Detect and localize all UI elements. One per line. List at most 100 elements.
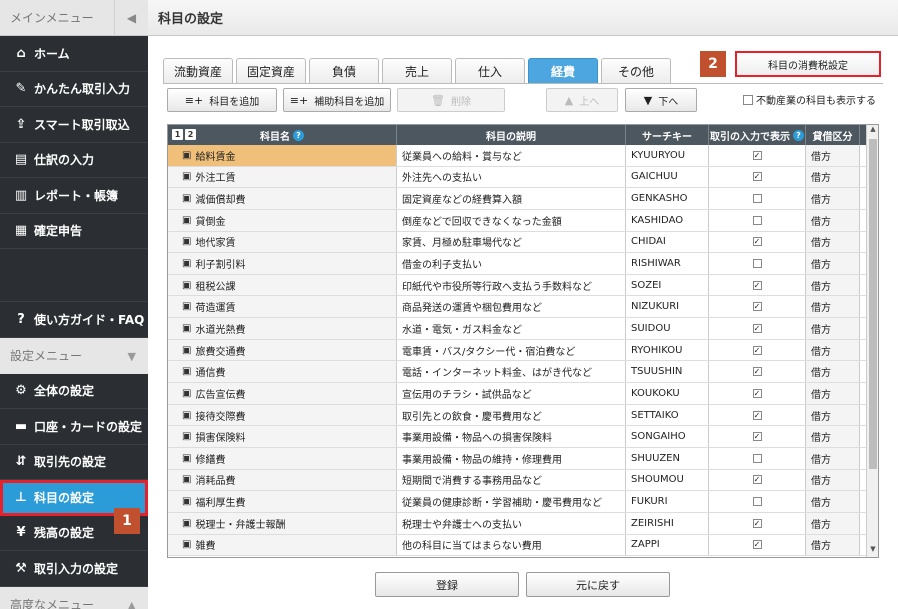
show-checkbox[interactable]: ✓: [752, 367, 762, 377]
table-row[interactable]: ▣ 貸倒金 倒産などで回収できなくなった金額 KASHIDAO 借方: [168, 209, 878, 232]
cell-key[interactable]: SHOUMOU: [626, 469, 709, 491]
show-checkbox[interactable]: [752, 259, 762, 269]
settings-item-1[interactable]: ▬ 口座・カードの設定: [0, 409, 148, 445]
show-checkbox[interactable]: [752, 215, 762, 225]
tab-1[interactable]: 固定資産: [236, 58, 306, 84]
cell-name[interactable]: ▣ 租税公課: [168, 274, 397, 296]
sidebar-item-4[interactable]: ▥ レポート・帳簿: [0, 178, 148, 214]
cell-desc[interactable]: 税理士や弁護士への支払い: [397, 512, 626, 534]
cell-desc[interactable]: 外注先への支払い: [397, 166, 626, 188]
show-checkbox[interactable]: ✓: [752, 345, 762, 355]
table-row[interactable]: ▣ 修繕費 事業用設備・物品の維持・修理費用 SHUUZEN 借方: [168, 447, 878, 470]
save-button[interactable]: 登録: [375, 572, 519, 597]
cell-name[interactable]: ▣ 減価償却費: [168, 188, 397, 209]
cell-name[interactable]: ▣ 損害保険料: [168, 426, 397, 447]
cell-key[interactable]: FUKURI: [626, 491, 709, 512]
tab-6[interactable]: その他: [601, 58, 671, 84]
table-row[interactable]: ▣ 外注工賃 外注先への支払い GAICHUU ✓ 借方: [168, 166, 878, 189]
show-checkbox[interactable]: ✓: [752, 388, 762, 398]
cell-desc[interactable]: 借金の利子支払い: [397, 253, 626, 274]
table-row[interactable]: ▣ 旅費交通費 電車賃・バス/タクシー代・宿泊費など RYOHIKOU ✓ 借方: [168, 339, 878, 362]
cell-desc[interactable]: 取引先との飲食・慶弔費用など: [397, 404, 626, 426]
cell-desc[interactable]: 従業員の健康診断・学習補助・慶弔費用など: [397, 491, 626, 512]
show-checkbox[interactable]: ✓: [752, 410, 762, 420]
table-row[interactable]: ▣ 接待交際費 取引先との飲食・慶弔費用など SETTAIKO ✓ 借方: [168, 404, 878, 427]
cell-name[interactable]: ▣ 消耗品費: [168, 469, 397, 491]
tab-3[interactable]: 売上: [382, 58, 452, 84]
cell-desc[interactable]: 倒産などで回収できなくなった金額: [397, 209, 626, 231]
cell-key[interactable]: TSUUSHIN: [626, 361, 709, 383]
show-checkbox[interactable]: ✓: [752, 302, 762, 312]
table-row[interactable]: ▣ 消耗品費 短期間で消費する事務用品など SHOUMOU ✓ 借方: [168, 469, 878, 492]
collapse-arrow-icon[interactable]: ◀: [114, 0, 148, 36]
cell-desc[interactable]: 固定資産などの経費算入額: [397, 188, 626, 209]
cell-key[interactable]: RISHIWAR: [626, 253, 709, 274]
cell-desc[interactable]: 電車賃・バス/タクシー代・宿泊費など: [397, 339, 626, 361]
help-icon[interactable]: ?: [793, 129, 804, 141]
settings-item-5[interactable]: ⚒ 取引入力の設定: [0, 551, 148, 587]
tab-2[interactable]: 負債: [309, 58, 379, 84]
cell-key[interactable]: KYUURYOU: [626, 145, 709, 166]
scroll-up-icon[interactable]: ▲: [867, 125, 878, 137]
cell-key[interactable]: SOZEI: [626, 274, 709, 296]
move-up-button[interactable]: ▲ 上へ: [546, 88, 618, 112]
cell-desc[interactable]: 電話・インターネット料金、はがき代など: [397, 361, 626, 383]
show-checkbox[interactable]: ✓: [752, 172, 762, 182]
sidebar-item-2[interactable]: ⇪ スマート取引取込: [0, 107, 148, 143]
cell-name[interactable]: ▣ 旅費交通費: [168, 339, 397, 361]
main-menu-header[interactable]: メインメニュー ◀: [0, 0, 148, 36]
tab-5[interactable]: 経費: [528, 58, 598, 84]
advanced-menu-header[interactable]: 高度なメニュー ▲: [0, 586, 148, 609]
cell-desc[interactable]: 事業用設備・物品への損害保険料: [397, 426, 626, 447]
cell-desc[interactable]: 家賃、月極め駐車場代など: [397, 231, 626, 253]
sidebar-item-5[interactable]: ▦ 確定申告: [0, 214, 148, 249]
cell-name[interactable]: ▣ 水道光熱費: [168, 318, 397, 339]
real-estate-checkbox[interactable]: [743, 94, 753, 105]
scroll-down-icon[interactable]: ▼: [867, 545, 878, 557]
cell-desc[interactable]: 従業員への給料・賞与など: [397, 145, 626, 166]
show-checkbox[interactable]: ✓: [752, 518, 762, 528]
show-checkbox[interactable]: ✓: [752, 475, 762, 485]
settings-item-0[interactable]: ⚙ 全体の設定: [0, 374, 148, 409]
cell-desc[interactable]: 商品発送の運賃や梱包費用など: [397, 296, 626, 318]
cell-name[interactable]: ▣ 利子割引料: [168, 253, 397, 274]
table-row[interactable]: ▣ 地代家賃 家賃、月極め駐車場代など CHIDAI ✓ 借方: [168, 231, 878, 254]
cell-name[interactable]: ▣ 広告宣伝費: [168, 383, 397, 404]
cell-name[interactable]: ▣ 荷造運賃: [168, 296, 397, 318]
table-row[interactable]: ▣ 給料賃金 従業員への給料・賞与など KYUURYOU ✓ 借方: [168, 145, 878, 167]
cell-name[interactable]: ▣ 税理士・弁護士報酬: [168, 512, 397, 534]
cell-name[interactable]: ▣ 雑費: [168, 534, 397, 556]
cell-name[interactable]: ▣ 通信費: [168, 361, 397, 383]
add-account-button[interactable]: ≡+ 科目を追加: [167, 88, 277, 112]
table-row[interactable]: ▣ 税理士・弁護士報酬 税理士や弁護士への支払い ZEIRISHI ✓ 借方: [168, 512, 878, 535]
cell-key[interactable]: CHIDAI: [626, 231, 709, 253]
sidebar-item-guide[interactable]: ? 使い方ガイド・FAQ: [0, 302, 148, 338]
cell-key[interactable]: ZEIRISHI: [626, 512, 709, 534]
cell-key[interactable]: GENKASHO: [626, 188, 709, 209]
cell-key[interactable]: NIZUKURI: [626, 296, 709, 318]
tab-0[interactable]: 流動資産: [163, 58, 233, 84]
sidebar-item-0[interactable]: ⌂ ホーム: [0, 36, 148, 72]
table-row[interactable]: ▣ 通信費 電話・インターネット料金、はがき代など TSUUSHIN ✓ 借方: [168, 361, 878, 384]
cell-key[interactable]: SONGAIHO: [626, 426, 709, 447]
cell-name[interactable]: ▣ 福利厚生費: [168, 491, 397, 512]
table-row[interactable]: ▣ 荷造運賃 商品発送の運賃や梱包費用など NIZUKURI ✓ 借方: [168, 296, 878, 319]
show-checkbox[interactable]: ✓: [752, 280, 762, 290]
cell-key[interactable]: SHUUZEN: [626, 447, 709, 469]
table-row[interactable]: ▣ 広告宣伝費 宣伝用のチラシ・試供品など KOUKOKU ✓ 借方: [168, 383, 878, 405]
show-checkbox[interactable]: ✓: [752, 237, 762, 247]
cell-desc[interactable]: 印紙代や市役所等行政へ支払う手数料など: [397, 274, 626, 296]
move-down-button[interactable]: ▼ 下へ: [625, 88, 697, 112]
sidebar-item-1[interactable]: ✎ かんたん取引入力: [0, 72, 148, 107]
show-checkbox[interactable]: ✓: [752, 432, 762, 442]
cell-key[interactable]: SETTAIKO: [626, 404, 709, 426]
level-2-button[interactable]: 2: [185, 129, 196, 140]
tab-4[interactable]: 仕入: [455, 58, 525, 84]
show-checkbox[interactable]: [752, 194, 762, 204]
cell-key[interactable]: SUIDOU: [626, 318, 709, 339]
table-row[interactable]: ▣ 損害保険料 事業用設備・物品への損害保険料 SONGAIHO ✓ 借方: [168, 426, 878, 448]
cell-name[interactable]: ▣ 接待交際費: [168, 404, 397, 426]
cell-desc[interactable]: 宣伝用のチラシ・試供品など: [397, 383, 626, 404]
show-checkbox[interactable]: [752, 453, 762, 463]
table-row[interactable]: ▣ 租税公課 印紙代や市役所等行政へ支払う手数料など SOZEI ✓ 借方: [168, 274, 878, 297]
